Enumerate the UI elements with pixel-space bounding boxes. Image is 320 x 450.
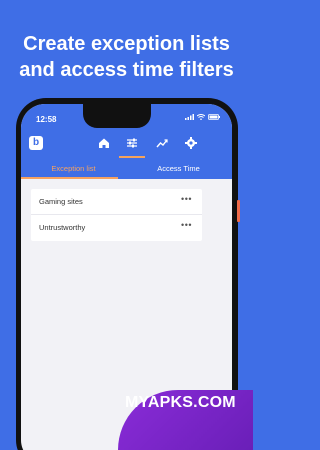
- stats-icon[interactable]: [155, 136, 169, 150]
- wifi-icon: [197, 114, 205, 120]
- list-item-label: Gaming sites: [39, 197, 83, 206]
- app-logo: b: [29, 136, 43, 150]
- signal-icon: [185, 114, 194, 120]
- watermark-text: MYAPKS.COM: [125, 394, 236, 411]
- home-icon[interactable]: [97, 136, 111, 150]
- status-icons: [185, 114, 220, 120]
- tab-exception-list[interactable]: Exception list: [21, 164, 126, 173]
- more-icon[interactable]: •••: [181, 220, 192, 230]
- more-icon[interactable]: •••: [181, 194, 192, 204]
- list-item[interactable]: Untrustworthy •••: [31, 215, 202, 241]
- status-bar: 12:58: [21, 104, 232, 132]
- battery-icon: [208, 114, 220, 120]
- tab-access-time[interactable]: Access Time: [126, 164, 231, 173]
- list-item[interactable]: Gaming sites •••: [31, 189, 202, 215]
- app-header: 12:58 b Exception list Access Time: [21, 104, 232, 179]
- exception-list: Gaming sites ••• Untrustworthy •••: [31, 189, 202, 241]
- promo-headline: Create exception lists and access time f…: [0, 31, 253, 83]
- promo-line-2: and access time filters: [19, 59, 234, 81]
- promo-line-1: Create exception lists: [23, 33, 230, 55]
- settings-icon[interactable]: [184, 136, 198, 150]
- nav-active-indicator: [119, 156, 145, 158]
- filters-icon[interactable]: [125, 136, 139, 150]
- phone-side-button: [237, 200, 240, 222]
- list-item-label: Untrustworthy: [39, 223, 86, 232]
- status-time: 12:58: [36, 115, 57, 124]
- tab-active-indicator: [21, 177, 118, 179]
- phone-notch: [83, 104, 151, 128]
